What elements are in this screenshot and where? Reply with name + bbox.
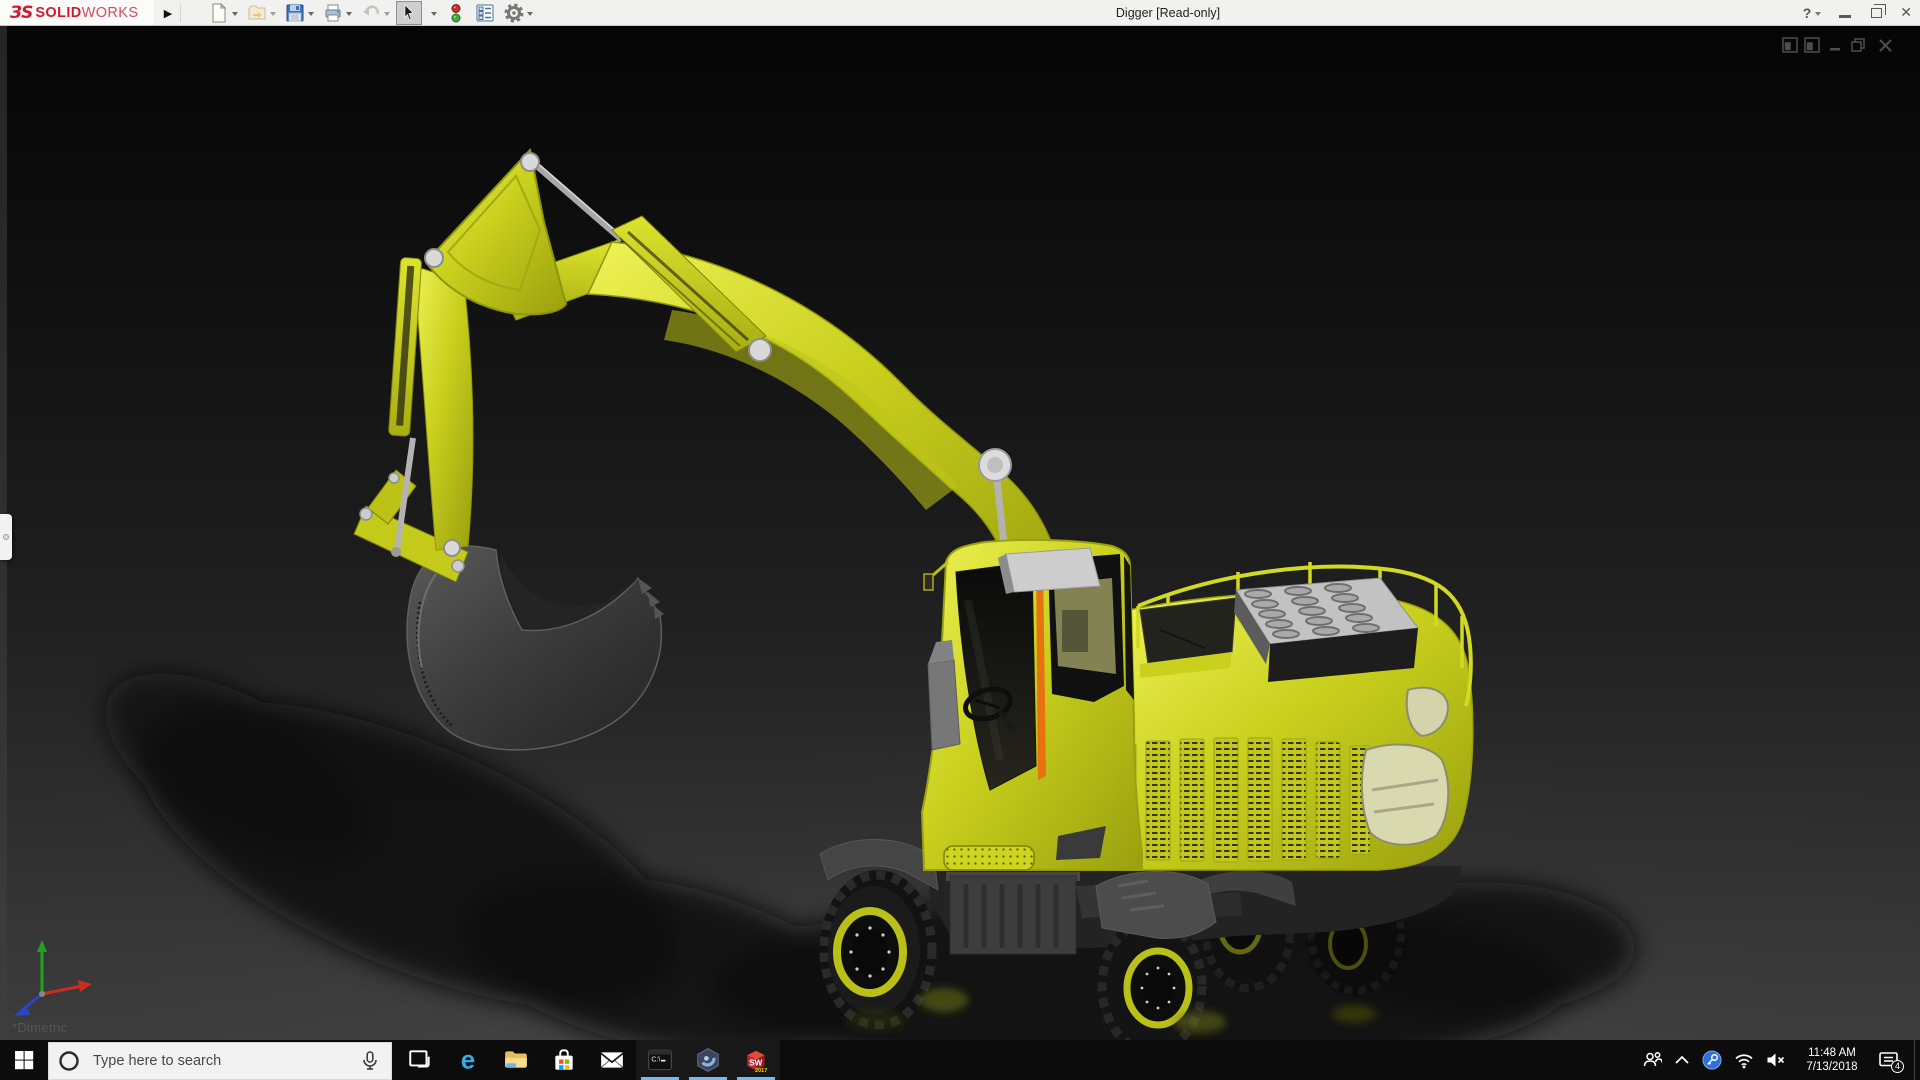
open-button[interactable] <box>244 1 279 25</box>
search-placeholder: Type here to search <box>93 1053 222 1069</box>
system-tray: 11:48 AM 7/13/2018 4 <box>1636 1040 1920 1080</box>
orientation-triad[interactable] <box>8 934 104 1022</box>
triad-y-axis <box>37 940 47 994</box>
microphone-icon[interactable] <box>359 1050 381 1072</box>
flyout-handle-icon <box>3 534 9 540</box>
svg-text:e: e <box>461 1047 475 1073</box>
action-center-icon[interactable]: 4 <box>1878 1051 1904 1073</box>
taskbar-item-edge[interactable]: e <box>444 1040 492 1080</box>
help-button[interactable]: ? <box>1803 5 1812 21</box>
taskbar-item-solidworks[interactable]: SW 2017 <box>732 1040 780 1080</box>
save-button[interactable] <box>282 1 317 25</box>
quick-access-toolbar <box>206 1 539 25</box>
dropdown-caret-icon[interactable] <box>431 12 437 16</box>
document-title: Digger [Read-only] <box>1115 5 1221 20</box>
undo-icon <box>363 5 380 16</box>
microsoft-store-icon <box>555 1049 573 1070</box>
rebuild-button[interactable] <box>443 1 469 25</box>
clock-time: 11:48 AM <box>1808 1047 1856 1059</box>
solidworks-logo: ЗS SOLIDWORKS <box>0 0 154 25</box>
taskbar-item-file-explorer[interactable] <box>492 1040 540 1080</box>
roof-vent-box <box>998 547 1101 594</box>
start-button[interactable] <box>0 1040 48 1080</box>
window-controls: ? ✕ <box>1803 0 1920 25</box>
windows-logo-icon <box>15 1051 34 1070</box>
brand-text: SOLIDWORKS <box>35 4 139 21</box>
taskbar-item-command-prompt[interactable]: C:\ <box>636 1040 684 1080</box>
ds-logo-mark: ЗS <box>10 2 33 23</box>
dropdown-caret-icon[interactable] <box>527 12 533 16</box>
options-gear-icon <box>504 3 524 23</box>
dropdown-caret-icon[interactable] <box>232 12 238 16</box>
new-document-icon <box>212 3 227 23</box>
solidworks-2017-icon: SW2017 <box>747 1050 767 1073</box>
people-icon[interactable] <box>1642 1051 1662 1069</box>
mail-icon <box>600 1052 624 1068</box>
show-desktop-button[interactable] <box>1914 1040 1920 1080</box>
help-dropdown-caret-icon[interactable] <box>1815 12 1822 16</box>
print-icon <box>325 4 341 22</box>
pane-left-icon[interactable] <box>1782 37 1798 53</box>
taskbar-item-edrawings[interactable] <box>684 1040 732 1080</box>
task-view-icon <box>409 1050 430 1068</box>
view-orientation-label: *Dimetric <box>12 1020 68 1035</box>
dropdown-caret-icon[interactable] <box>346 12 352 16</box>
file-properties-button[interactable] <box>472 1 498 25</box>
front-left-wheel[interactable] <box>819 870 937 1030</box>
undo-button[interactable] <box>358 1 393 25</box>
options-button[interactable] <box>501 1 536 25</box>
titlebar: ЗS SOLIDWORKS ▶ Digger [Read-only] ? ✕ <box>0 0 1920 26</box>
select-tool-button[interactable] <box>396 1 422 25</box>
print-button[interactable] <box>320 1 355 25</box>
app-tray-blue-icon[interactable] <box>1702 1050 1722 1070</box>
toolbar-separator <box>180 4 181 22</box>
taskbar-search-input[interactable]: Type here to search <box>48 1042 392 1080</box>
taskbar-item-task-view[interactable] <box>396 1040 444 1080</box>
clock-date: 7/13/2018 <box>1806 1061 1858 1073</box>
windows-taskbar: Type here to search e C:\ SW 2017 11:48 … <box>0 1040 1920 1080</box>
triad-x-axis <box>41 980 92 996</box>
cab[interactable] <box>920 538 1143 871</box>
dropdown-caret-icon[interactable] <box>384 12 390 16</box>
taskbar-item-mail[interactable] <box>588 1040 636 1080</box>
taskbar-item-store[interactable] <box>540 1040 588 1080</box>
document-window-controls <box>1782 34 1904 61</box>
viewport-3d-scene[interactable] <box>0 0 1920 1080</box>
close-button[interactable]: ✕ <box>1900 4 1912 21</box>
file-explorer-icon <box>505 1051 527 1068</box>
pane-right-icon[interactable] <box>1804 37 1820 53</box>
taskbar-clock[interactable]: 11:48 AM 7/13/2018 <box>1796 1046 1868 1074</box>
dropdown-caret-icon[interactable] <box>270 12 276 16</box>
feature-panel-flyout-tab[interactable] <box>0 514 12 560</box>
doc-restore-icon[interactable] <box>1851 38 1865 52</box>
open-folder-icon <box>248 5 266 20</box>
command-prompt-icon: C:\ <box>648 1049 672 1071</box>
svg-text:SW: SW <box>749 1059 762 1068</box>
file-properties-icon <box>476 4 494 22</box>
doc-close-icon[interactable] <box>1879 39 1892 52</box>
cortana-icon[interactable] <box>58 1050 80 1072</box>
select-tool-dropdown[interactable] <box>425 1 440 25</box>
svg-text:2017: 2017 <box>755 1068 767 1073</box>
dropdown-caret-icon[interactable] <box>308 12 314 16</box>
minimize-button[interactable] <box>1839 15 1852 18</box>
restore-button[interactable] <box>1871 3 1887 18</box>
hidden-icons-chevron-icon[interactable] <box>1674 1054 1690 1066</box>
save-floppy-icon <box>286 4 304 22</box>
new-document-button[interactable] <box>206 1 241 25</box>
edrawings-hexagon-icon <box>697 1048 719 1072</box>
taskbar-apps: e C:\ SW 2017 <box>396 1040 780 1080</box>
select-cursor-icon <box>404 4 414 21</box>
doc-minimize-icon[interactable] <box>1830 48 1840 51</box>
rebuild-traffic-light-icon <box>451 4 461 23</box>
edge-icon: e <box>461 1047 475 1073</box>
step-grip <box>943 845 1035 871</box>
toolbar-expand-arrow-icon[interactable]: ▶ <box>160 3 176 23</box>
notification-badge: 4 <box>1891 1059 1904 1073</box>
wifi-icon[interactable] <box>1734 1051 1754 1069</box>
triad-z-axis <box>14 992 43 1016</box>
volume-muted-icon[interactable] <box>1766 1052 1786 1068</box>
svg-text:C:\: C:\ <box>651 1057 660 1064</box>
